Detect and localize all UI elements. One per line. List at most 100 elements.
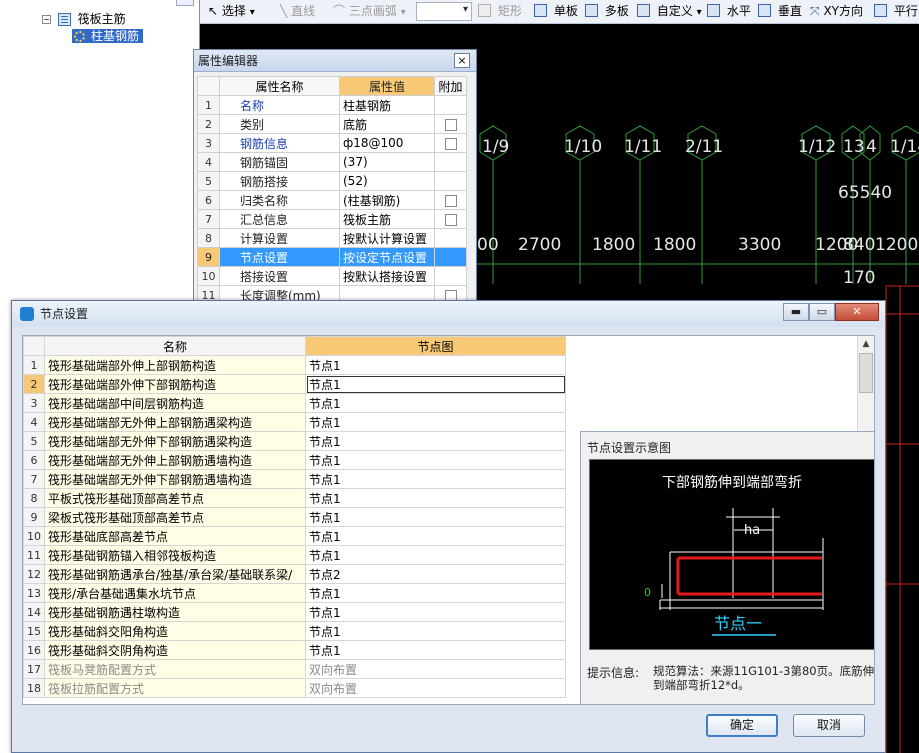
property-value[interactable]: (37)	[339, 152, 435, 172]
close-icon[interactable]: ✕	[835, 303, 879, 321]
node-row[interactable]: 6 筏形基础端部无外伸上部钢筋遇墙构造 节点1	[23, 450, 566, 470]
node-row[interactable]: 15 筏形基础斜交阳角构造 节点1	[23, 621, 566, 641]
property-row[interactable]: 4 钢筋锚固 (37)	[197, 152, 467, 172]
node-value[interactable]: 节点1	[305, 450, 566, 470]
node-row[interactable]: 8 平板式筏形基础顶部高差节点 节点1	[23, 488, 566, 508]
select-button[interactable]: ↖ 选择 ▾	[208, 2, 255, 21]
dropdown-arrow-icon[interactable]: ▾	[697, 7, 702, 18]
maximize-icon[interactable]: ▭	[809, 303, 835, 321]
dropdown-arrow-icon[interactable]: ▾	[250, 7, 255, 18]
node-row[interactable]: 3 筏形基础端部中间层钢筋构造 节点1	[23, 393, 566, 413]
scroll-thumb[interactable]	[859, 353, 873, 393]
tree-node-child[interactable]: 柱基钢筋	[72, 27, 144, 45]
xy-direction-button[interactable]: ⤧ XY方向	[810, 2, 863, 21]
node-row[interactable]: 12 筏形基础钢筋遇承台/独基/承台梁/基础联系梁/节点2	[23, 564, 566, 584]
row-number: 8	[23, 488, 45, 508]
node-row[interactable]: 13 筏形/承台基础遇集水坑节点 节点1	[23, 583, 566, 603]
node-row[interactable]: 7 筏形基础端部无外伸下部钢筋遇墙构造 节点1	[23, 469, 566, 489]
vertical-button[interactable]: 垂直	[758, 2, 802, 21]
property-extra	[434, 209, 467, 229]
node-row[interactable]: 9 梁板式筏形基础顶部高差节点 节点1	[23, 507, 566, 527]
node-value[interactable]: 双向布置	[305, 678, 566, 698]
node-value[interactable]: 双向布置	[305, 659, 566, 679]
row-number: 17	[23, 659, 45, 679]
property-row[interactable]: 7 汇总信息 筏板主筋	[197, 209, 467, 229]
node-value[interactable]: 节点1	[305, 545, 566, 565]
node-row[interactable]: 10 筏形基础底部高差节点 节点1	[23, 526, 566, 546]
minimize-icon[interactable]: ▬	[783, 303, 809, 321]
property-value[interactable]: 底筋	[339, 114, 435, 134]
node-row[interactable]: 4 筏形基础端部无外伸上部钢筋遇梁构造 节点1	[23, 412, 566, 432]
row-number: 1	[197, 95, 220, 115]
node-row-current[interactable]: 2 筏形基础端部外伸下部钢筋构造 节点1	[23, 374, 566, 394]
name-column-header: 名称	[44, 336, 306, 356]
node-row[interactable]: 14 筏形基础钢筋遇柱墩构造 节点1	[23, 602, 566, 622]
node-value[interactable]: 节点1	[305, 431, 566, 451]
node-value[interactable]: 节点1	[305, 355, 566, 375]
property-value[interactable]: 按默认计算设置	[339, 228, 435, 248]
property-row-selected[interactable]: 9 节点设置 按设定节点设置	[197, 247, 467, 267]
node-value[interactable]: 节点1	[305, 640, 566, 660]
extra-checkbox[interactable]	[444, 213, 457, 226]
property-row[interactable]: 5 钢筋搭接 (52)	[197, 171, 467, 191]
property-row[interactable]: 10 搭接设置 按默认搭接设置	[197, 266, 467, 286]
node-value[interactable]: 节点1	[305, 507, 566, 527]
axis-label: 1/10	[564, 137, 602, 157]
property-value[interactable]: 按设定节点设置	[339, 247, 435, 267]
axis-label: 4	[866, 137, 877, 157]
property-value[interactable]: (52)	[339, 171, 435, 191]
rect-button[interactable]: 矩形	[478, 2, 522, 21]
tree-scroll-stub[interactable]	[176, 0, 194, 6]
node-value[interactable]: 节点2	[305, 564, 566, 584]
node-name: 筏形基础钢筋遇柱墩构造	[44, 602, 306, 622]
close-icon[interactable]: ×	[454, 53, 470, 68]
extra-checkbox[interactable]	[444, 194, 457, 207]
single-slab-button[interactable]: 单板	[534, 2, 578, 21]
node-name: 筏形基础钢筋遇承台/独基/承台梁/基础联系梁/	[44, 564, 306, 584]
line-button[interactable]: ╲ 直线	[280, 2, 315, 21]
node-row[interactable]: 18 筏板拉筋配置方式 双向布置	[23, 678, 566, 698]
node-row[interactable]: 1 筏形基础端部外伸上部钢筋构造 节点1	[23, 355, 566, 375]
node-value[interactable]: 节点1	[305, 374, 566, 394]
node-value[interactable]: 节点1	[305, 526, 566, 546]
node-value[interactable]: 节点1	[305, 602, 566, 622]
scroll-up-icon[interactable]: ▲	[858, 336, 874, 352]
property-row[interactable]: 2 类别 底筋	[197, 114, 467, 134]
tree-node-root[interactable]: − 筏板主筋	[42, 10, 126, 28]
extra-checkbox[interactable]	[444, 118, 457, 131]
parallel-button[interactable]: 平行	[874, 2, 918, 21]
arc-label: 三点画弧	[348, 4, 397, 18]
property-value[interactable]: 柱基钢筋	[339, 95, 435, 115]
property-value[interactable]: 按默认搭接设置	[339, 266, 435, 286]
property-value[interactable]: 筏板主筋	[339, 209, 435, 229]
property-value[interactable]: (柱基钢筋)	[339, 190, 435, 210]
property-row[interactable]: 8 计算设置 按默认计算设置	[197, 228, 467, 248]
node-value[interactable]: 节点1	[305, 393, 566, 413]
cancel-button[interactable]: 取消	[793, 714, 865, 737]
node-value[interactable]: 节点1	[305, 488, 566, 508]
property-row[interactable]: 3 钢筋信息 ф18@100	[197, 133, 467, 153]
extra-checkbox[interactable]	[444, 137, 457, 150]
node-row[interactable]: 17 筏板马凳筋配置方式 双向布置	[23, 659, 566, 679]
node-value[interactable]: 节点1	[305, 621, 566, 641]
horizontal-button[interactable]: 水平	[707, 2, 751, 21]
arc-button[interactable]: ⌒ 三点画弧 ▾	[333, 2, 406, 21]
property-row[interactable]: 1 名称 柱基钢筋	[197, 95, 467, 115]
multi-slab-button[interactable]: 多板	[585, 2, 629, 21]
schematic-drawing: 下部钢筋伸到端部弯折 ha 0 节点一	[644, 474, 824, 636]
custom-button[interactable]: 自定义 ▾	[637, 2, 702, 21]
node-value[interactable]: 节点1	[305, 412, 566, 432]
node-row[interactable]: 5 筏形基础端部无外伸下部钢筋遇梁构造 节点1	[23, 431, 566, 451]
property-value[interactable]: ф18@100	[339, 133, 435, 153]
toolbar-combo[interactable]	[416, 2, 472, 21]
property-row[interactable]: 6 归类名称 (柱基钢筋)	[197, 190, 467, 210]
node-row[interactable]: 11 筏形基础钢筋锚入相邻筏板构造 节点1	[23, 545, 566, 565]
dropdown-arrow-icon[interactable]: ▾	[401, 7, 406, 18]
node-row[interactable]: 16 筏形基础斜交阴角构造 节点1	[23, 640, 566, 660]
property-name: 钢筋信息	[219, 133, 340, 153]
node-value[interactable]: 节点1	[305, 469, 566, 489]
axis-label: 1/9	[482, 137, 509, 157]
node-value[interactable]: 节点1	[305, 583, 566, 603]
ok-button[interactable]: 确定	[706, 714, 778, 737]
collapse-icon[interactable]: −	[42, 15, 51, 24]
